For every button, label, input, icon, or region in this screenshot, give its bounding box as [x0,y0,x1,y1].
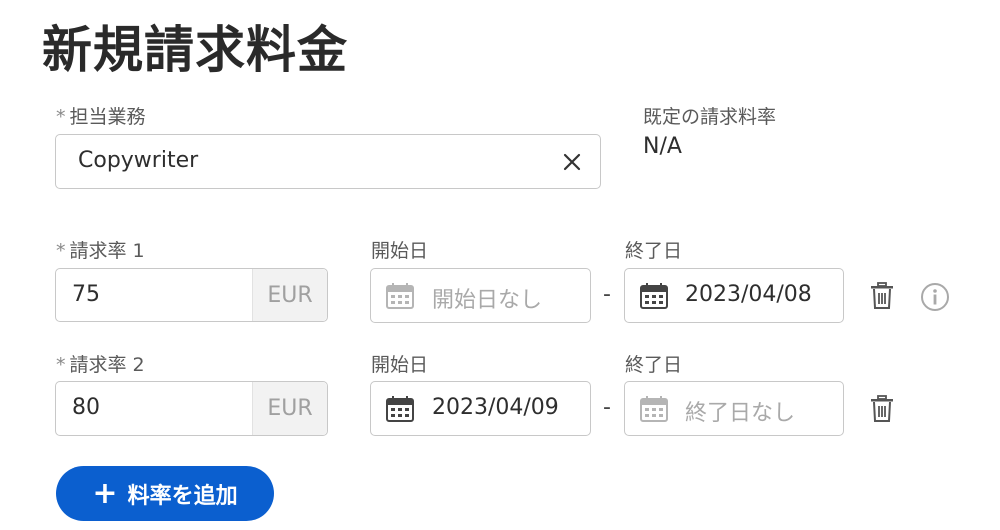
rate-2-end-placeholder: 終了日なし [685,401,796,426]
rate-2-label-text: 請求率 2 [69,354,145,376]
rate-2-amount: 80 [72,395,100,420]
rate-1-start-placeholder: 開始日なし [432,288,543,313]
date-separator: - [603,282,611,307]
calendar-icon [640,283,668,309]
calendar-icon [386,283,414,309]
default-rate-value: N/A [643,134,682,159]
default-rate-label: 既定の請求料率 [643,106,777,128]
rate-2-end-label: 終了日 [625,354,683,376]
rate-1-start-label: 開始日 [371,240,429,262]
rate-2-label: * 請求率 2 [56,350,145,377]
rate-1-start-date-field[interactable]: 開始日なし [370,268,591,323]
rate-2-start-label: 開始日 [371,354,429,376]
trash-icon[interactable] [870,395,894,423]
trash-icon[interactable] [870,282,894,310]
rate-2-start-date-field[interactable]: 2023/04/09 [370,381,591,436]
add-rate-button[interactable]: + 料率を追加 [56,466,274,521]
role-select[interactable]: Copywriter [55,134,601,189]
rate-1-currency: EUR [252,269,327,321]
role-label: * 担当業務 [56,102,146,129]
required-marker: * [56,240,66,262]
rate-2-start-value: 2023/04/09 [432,395,559,420]
add-rate-label: 料率を追加 [127,483,238,509]
rate-2-amount-field[interactable]: 80 EUR [55,381,328,436]
close-icon[interactable] [562,152,582,172]
date-separator: - [603,395,611,420]
page-title: 新規請求料金 [42,21,348,79]
rate-2-currency: EUR [252,382,327,435]
role-label-text: 担当業務 [69,106,146,128]
required-marker: * [56,106,66,128]
info-icon[interactable] [920,282,950,312]
rate-1-end-date-field[interactable]: 2023/04/08 [624,268,844,323]
rate-1-end-label: 終了日 [625,240,683,262]
rate-1-end-value: 2023/04/08 [685,282,812,307]
rate-2-end-date-field[interactable]: 終了日なし [624,381,844,436]
role-value: Copywriter [78,148,199,173]
rate-1-label: * 請求率 1 [56,236,145,263]
required-marker: * [56,354,66,376]
rate-1-amount: 75 [72,282,100,307]
rate-1-amount-field[interactable]: 75 EUR [55,268,328,322]
rate-1-label-text: 請求率 1 [69,240,145,262]
calendar-icon [386,396,414,422]
plus-icon: + [92,475,118,511]
calendar-icon [640,396,668,422]
